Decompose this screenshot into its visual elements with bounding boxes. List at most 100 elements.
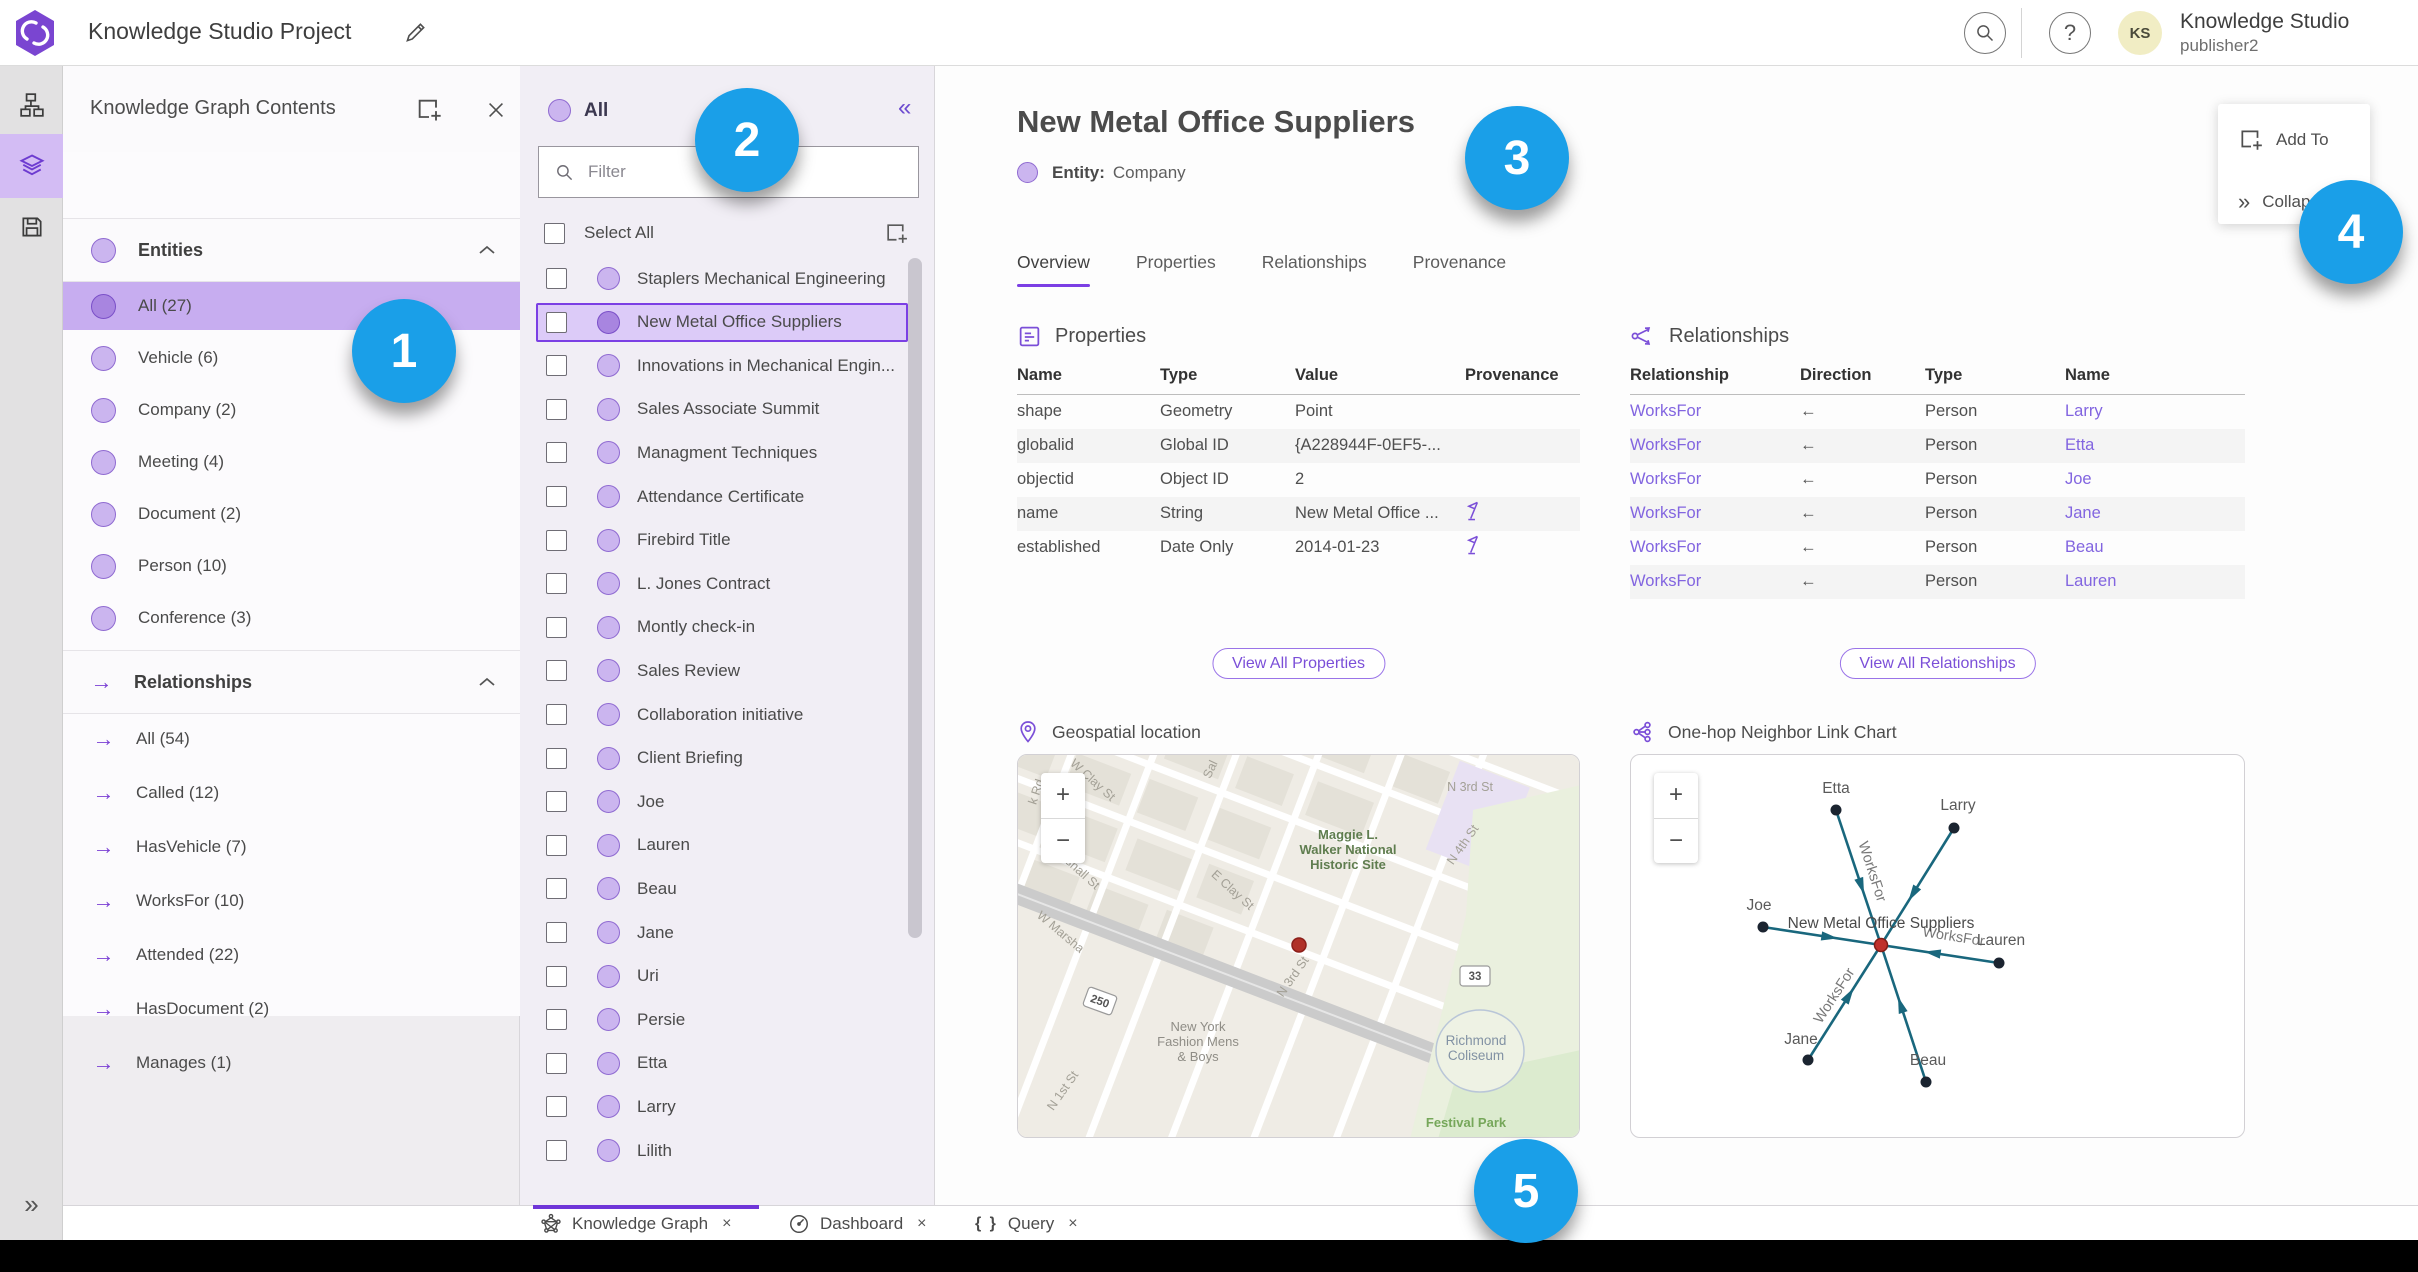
relationship-type-row[interactable]: → All (54) bbox=[63, 714, 520, 764]
list-item[interactable]: Attendance Certificate bbox=[536, 477, 908, 516]
entity-type-row[interactable]: Conference (3) bbox=[63, 594, 520, 642]
related-entity-name-link[interactable]: Beau bbox=[2065, 538, 2104, 556]
list-item[interactable]: Managment Techniques bbox=[536, 433, 908, 472]
search-button[interactable] bbox=[1964, 12, 2006, 54]
list-item[interactable]: Innovations in Mechanical Engin... bbox=[536, 346, 908, 385]
list-item[interactable]: Jane bbox=[536, 913, 908, 952]
item-checkbox[interactable] bbox=[546, 791, 567, 813]
list-item[interactable]: Persie bbox=[536, 1000, 908, 1039]
center-company-node[interactable] bbox=[1873, 937, 1889, 953]
rail-item-layers-icon[interactable] bbox=[0, 134, 63, 198]
item-checkbox[interactable] bbox=[546, 573, 567, 595]
item-checkbox[interactable] bbox=[546, 922, 567, 943]
list-item[interactable]: Sales Associate Summit bbox=[536, 390, 908, 429]
zoom-out-button[interactable]: − bbox=[1654, 819, 1698, 864]
expand-rail-icon[interactable]: » bbox=[0, 1184, 63, 1224]
zoom-in-button[interactable]: + bbox=[1041, 773, 1085, 819]
relationship-name-link[interactable]: WorksFor bbox=[1630, 572, 1701, 590]
related-entity-name-link[interactable]: Jane bbox=[2065, 504, 2101, 522]
property-provenance[interactable] bbox=[1465, 496, 1580, 531]
relationship-name-link[interactable]: WorksFor bbox=[1630, 470, 1701, 488]
add-to-menu-item[interactable]: Add To bbox=[2218, 118, 2370, 162]
add-to-map-icon[interactable] bbox=[884, 221, 909, 246]
related-entity-name-link[interactable]: Joe bbox=[2065, 470, 2092, 488]
relationship-type-row[interactable]: → Called (12) bbox=[63, 768, 520, 818]
zoom-out-button[interactable]: − bbox=[1041, 819, 1085, 864]
item-checkbox[interactable] bbox=[546, 398, 567, 420]
list-item[interactable]: Firebird Title bbox=[536, 521, 908, 560]
list-item[interactable]: Etta bbox=[536, 1044, 908, 1083]
edit-title-icon[interactable] bbox=[400, 18, 430, 48]
relationship-name[interactable]: WorksFor bbox=[1630, 564, 1800, 599]
item-checkbox[interactable] bbox=[546, 442, 567, 464]
list-item[interactable]: Montly check-in bbox=[536, 608, 908, 647]
related-entity-name[interactable]: Beau bbox=[2065, 531, 2245, 565]
rail-item-save-icon[interactable] bbox=[0, 195, 63, 259]
item-checkbox[interactable] bbox=[546, 660, 567, 682]
item-checkbox[interactable] bbox=[546, 486, 567, 507]
bottom-tab-knowledge-graph[interactable]: Knowledge Graph × bbox=[540, 1206, 731, 1241]
list-item[interactable]: Staplers Mechanical Engineering bbox=[536, 259, 908, 298]
list-item[interactable]: Joe bbox=[536, 782, 908, 821]
related-entity-name-link[interactable]: Etta bbox=[2065, 436, 2094, 454]
item-checkbox[interactable] bbox=[546, 1096, 567, 1118]
item-checkbox[interactable] bbox=[546, 1009, 567, 1031]
item-checkbox[interactable] bbox=[546, 878, 567, 900]
item-checkbox[interactable] bbox=[546, 311, 567, 333]
avatar[interactable]: KS bbox=[2118, 11, 2162, 55]
relationship-type-row[interactable]: → WorksFor (10) bbox=[63, 876, 520, 926]
list-item[interactable]: Collaboration initiative bbox=[536, 695, 908, 734]
list-item[interactable]: Client Briefing bbox=[536, 739, 908, 778]
list-item[interactable]: New Metal Office Suppliers bbox=[536, 302, 908, 342]
related-entity-name[interactable]: Lauren bbox=[2065, 564, 2245, 599]
collapse-panel-icon[interactable]: « bbox=[898, 94, 911, 122]
list-scrollbar-thumb[interactable] bbox=[908, 258, 922, 938]
relationship-name-link[interactable]: WorksFor bbox=[1630, 504, 1701, 522]
relationship-name-link[interactable]: WorksFor bbox=[1630, 436, 1701, 454]
entity-type-row[interactable]: All (27) bbox=[63, 282, 520, 330]
relationship-name-link[interactable]: WorksFor bbox=[1630, 402, 1701, 420]
person-node[interactable] bbox=[1948, 822, 1960, 834]
item-checkbox[interactable] bbox=[546, 616, 567, 638]
relationship-type-row[interactable]: → Attended (22) bbox=[63, 930, 520, 980]
list-item[interactable]: Beau bbox=[536, 869, 908, 908]
related-entity-name-link[interactable]: Larry bbox=[2065, 402, 2103, 420]
item-checkbox[interactable] bbox=[546, 355, 567, 377]
relationship-type-row[interactable]: → HasVehicle (7) bbox=[63, 822, 520, 872]
person-node[interactable] bbox=[1757, 921, 1769, 933]
select-all-checkbox[interactable] bbox=[544, 222, 565, 244]
provenance-flag-icon[interactable] bbox=[1465, 500, 1484, 522]
bottom-tab-dashboard[interactable]: Dashboard × bbox=[788, 1206, 927, 1241]
list-item[interactable]: Lauren bbox=[536, 826, 908, 865]
chevron-up-icon[interactable] bbox=[479, 677, 495, 687]
entity-type-row[interactable]: Meeting (4) bbox=[63, 438, 520, 486]
item-checkbox[interactable] bbox=[546, 704, 567, 725]
item-checkbox[interactable] bbox=[546, 529, 567, 551]
related-entity-name-link[interactable]: Lauren bbox=[2065, 572, 2116, 590]
bottom-tab-query[interactable]: { } Query × bbox=[975, 1206, 1078, 1241]
chevron-up-icon[interactable] bbox=[479, 245, 495, 255]
close-tab-icon[interactable]: × bbox=[917, 1215, 926, 1233]
relationship-name[interactable]: WorksFor bbox=[1630, 496, 1800, 531]
zoom-in-button[interactable]: + bbox=[1654, 773, 1698, 819]
item-checkbox[interactable] bbox=[546, 834, 567, 856]
item-checkbox[interactable] bbox=[546, 965, 567, 987]
related-entity-name[interactable]: Larry bbox=[2065, 395, 2245, 429]
item-checkbox[interactable] bbox=[546, 747, 567, 769]
person-node[interactable] bbox=[1802, 1054, 1814, 1066]
related-entity-name[interactable]: Joe bbox=[2065, 463, 2245, 497]
relationship-name-link[interactable]: WorksFor bbox=[1630, 538, 1701, 556]
relationship-name[interactable]: WorksFor bbox=[1630, 428, 1800, 463]
view-all-properties-button[interactable]: View All Properties bbox=[1211, 648, 1386, 679]
list-item[interactable]: Uri bbox=[536, 957, 908, 996]
provenance-flag-icon[interactable] bbox=[1465, 534, 1484, 556]
relationship-name[interactable]: WorksFor bbox=[1630, 395, 1800, 429]
relationship-type-row[interactable]: → HasDocument (2) bbox=[63, 984, 520, 1034]
close-tab-icon[interactable]: × bbox=[722, 1215, 731, 1233]
map-point-marker[interactable] bbox=[1291, 937, 1307, 953]
related-entity-name[interactable]: Etta bbox=[2065, 428, 2245, 463]
rail-item-data-model-icon[interactable] bbox=[0, 73, 63, 137]
list-item[interactable]: Sales Review bbox=[536, 651, 908, 690]
close-panel-icon[interactable] bbox=[483, 97, 509, 123]
person-node[interactable] bbox=[1920, 1076, 1932, 1088]
